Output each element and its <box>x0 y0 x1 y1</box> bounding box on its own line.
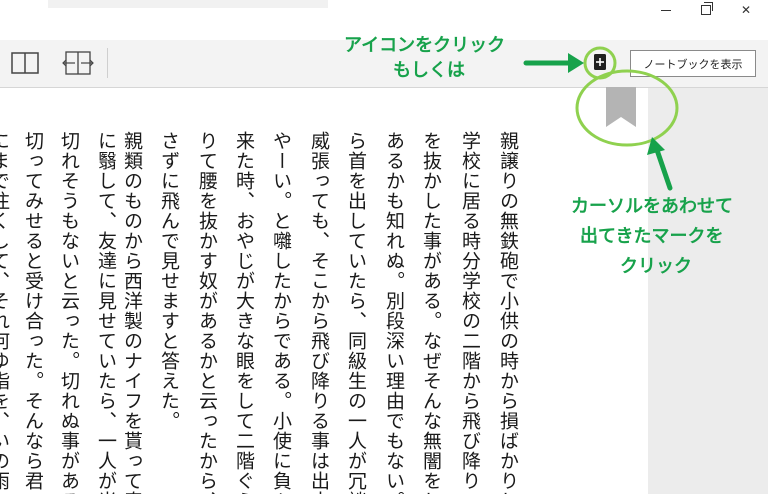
text-column: に翳して、友達に見せていたら、一人が光る <box>95 131 117 494</box>
toolbar-divider <box>107 48 108 78</box>
fit-width-icon <box>62 51 94 75</box>
bookmark-add-icon <box>594 54 606 70</box>
text-column: 学校に居る時分学校の二階から飛び降りて一 <box>459 131 481 494</box>
show-notebook-button[interactable]: ノートブックを表示 <box>630 50 756 77</box>
close-button[interactable]: ✕ <box>726 0 766 20</box>
text-column: 親譲りの無鉄砲で小供の時から損ばかりし <box>497 131 519 494</box>
text-column: りて腰を抜かす奴があるかと云ったから、こ <box>196 131 218 494</box>
annotation-hover-2: 出てきたマークを <box>580 226 724 247</box>
restore-button[interactable] <box>686 0 726 20</box>
annotation-or: もしくは <box>393 60 465 81</box>
annotation-hover-3: クリック <box>620 256 692 277</box>
book-page: 親譲りの無鉄砲で小供の時から損ばかりし 学校に居る時分学校の二階から飛び降りて一… <box>0 88 648 494</box>
text-column: 威張っても、そこから飛び降りる事は出来 <box>308 131 330 494</box>
minimize-button[interactable] <box>646 0 686 20</box>
close-icon: ✕ <box>740 3 752 17</box>
fit-width-button[interactable] <box>60 51 96 75</box>
annotation-hover-1: カーソルをあわせて <box>571 196 733 217</box>
text-column: ら首を出していたら、同級生の一人が冗談 <box>345 131 367 494</box>
text-column: 切れそうもないと云った。切れぬ事がある <box>58 131 80 494</box>
bookmark-ribbon-icon[interactable] <box>606 87 636 127</box>
text-column: さずに飛んで見せますと答えた。 <box>158 131 180 431</box>
annotation-click-icon: アイコンをクリック <box>344 35 506 56</box>
title-bar: ✕ <box>0 0 768 20</box>
two-page-view-button[interactable] <box>10 51 40 75</box>
text-column: あるかも知れぬ。別段深い理由でもない。新 <box>383 131 405 494</box>
text-column: 親類のものから西洋製のナイフを貰って奇 <box>121 131 143 494</box>
text-column: にまで注くして、それ何ゆ指を、いの雨 <box>0 131 10 491</box>
text-column: を抜かした事がある。なぜそんな無闇をした <box>420 131 442 494</box>
text-column: やーい。と囃したからである。小使に負ぶさ <box>270 131 292 494</box>
page-margin <box>648 88 768 494</box>
text-column: 切ってみせると受け合った。そんなら君の指 <box>22 131 44 494</box>
title-area <box>48 0 328 8</box>
two-page-view-icon <box>11 52 39 74</box>
bookmark-button[interactable] <box>590 52 610 72</box>
restore-icon <box>701 2 713 15</box>
text-column: 来た時、おやじが大きな眼をして二階ぐらい <box>233 131 255 494</box>
minimize-icon <box>661 9 671 11</box>
